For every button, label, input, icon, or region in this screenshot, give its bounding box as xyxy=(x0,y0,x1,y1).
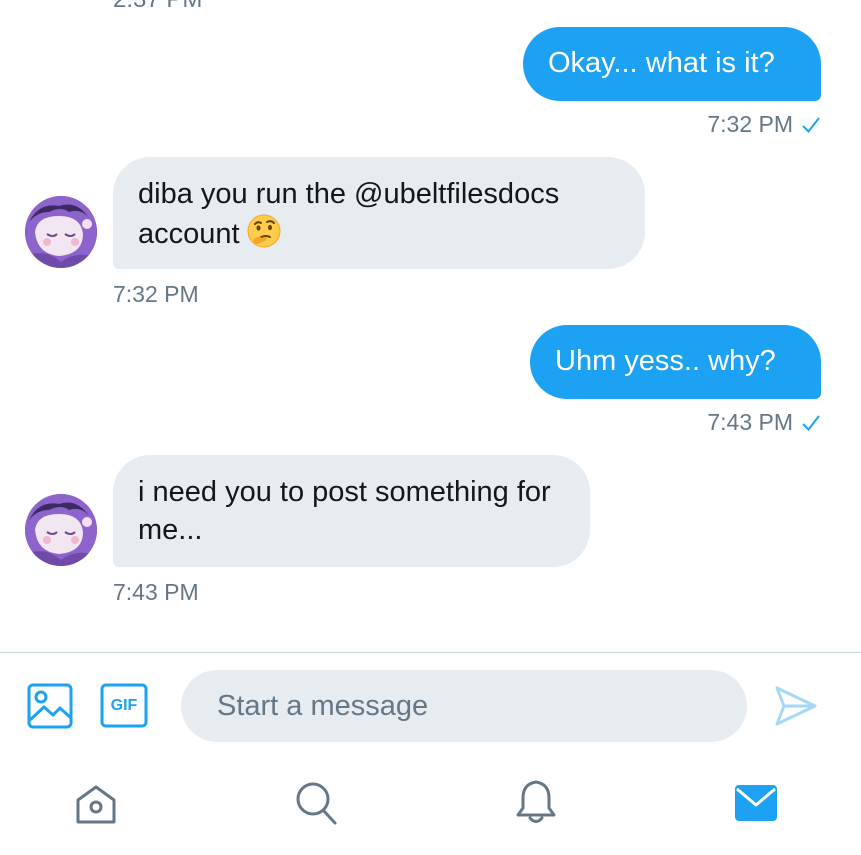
send-icon xyxy=(775,686,817,726)
tab-messages[interactable] xyxy=(734,784,778,822)
send-button[interactable] xyxy=(774,685,818,727)
home-icon xyxy=(76,785,116,824)
avatar[interactable] xyxy=(25,494,97,566)
message-timestamp: 7:32 PM xyxy=(113,281,199,307)
dm-conversation-screen: 2:37 PM Okay... what is it? 7:32 PM diba… xyxy=(0,0,861,855)
tab-home[interactable] xyxy=(74,782,118,826)
tab-notifications[interactable] xyxy=(514,778,558,826)
message-meta: 7:32 PM xyxy=(707,111,821,138)
message-timestamp: 7:43 PM xyxy=(113,579,199,605)
message-timestamp: 7:43 PM xyxy=(707,409,793,435)
thinking-face-emoji xyxy=(247,214,281,248)
message-input[interactable] xyxy=(181,670,747,742)
tab-search[interactable] xyxy=(294,780,338,826)
composer-divider xyxy=(0,652,861,653)
outgoing-message-bubble[interactable]: Uhm yess.. why? xyxy=(530,325,821,399)
message-text: i need you to post something for me... xyxy=(138,476,551,546)
notifications-icon xyxy=(516,780,556,823)
incoming-message-bubble[interactable]: diba you run the @ubeltfilesdocs account xyxy=(113,157,645,269)
message-meta: 7:43 PM xyxy=(707,409,821,436)
message-timestamp-cut: 2:37 PM xyxy=(113,0,202,14)
avatar[interactable] xyxy=(25,196,97,268)
incoming-message-bubble[interactable]: i need you to post something for me... xyxy=(113,455,590,567)
avatar-image xyxy=(25,494,97,566)
check-icon xyxy=(802,116,820,133)
message-text: Uhm yess.. why? xyxy=(555,345,776,377)
message-timestamp: 7:32 PM xyxy=(707,111,793,137)
check-icon xyxy=(802,414,820,431)
avatar-image xyxy=(25,196,97,268)
image-icon xyxy=(27,683,73,729)
message-text: Okay... what is it? xyxy=(548,47,775,79)
gif-label: GIF xyxy=(110,697,138,714)
message-text: diba you run the @ubeltfilesdocs account xyxy=(138,178,560,250)
gif-button[interactable]: GIF xyxy=(100,683,148,728)
outgoing-message-bubble[interactable]: Okay... what is it? xyxy=(523,27,821,101)
messages-icon xyxy=(735,785,777,821)
image-button[interactable] xyxy=(27,683,73,729)
search-icon xyxy=(296,782,337,825)
